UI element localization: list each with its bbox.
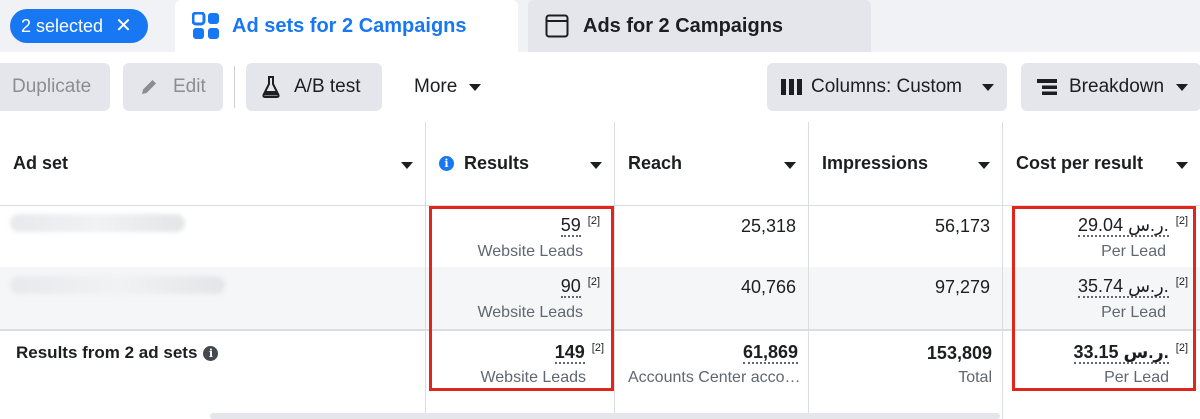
column-header-impressions[interactable]: Impressions: [809, 122, 1003, 206]
ab-test-button[interactable]: A/B test: [246, 63, 382, 111]
summary-label: Results from 2 ad sets: [16, 343, 198, 362]
reach-cell: 25,318: [615, 206, 809, 267]
reach-value: 40,766: [740, 277, 796, 297]
selection-chip-label: 2 selected: [21, 15, 104, 36]
duplicate-label: Duplicate: [12, 76, 92, 97]
redacted-ad-set-name: [10, 214, 185, 232]
info-icon[interactable]: i: [203, 345, 219, 361]
column-header-label: Results: [464, 153, 530, 173]
window-icon: [545, 14, 569, 38]
chevron-down-icon[interactable]: [784, 162, 796, 169]
breakdown-dropdown[interactable]: Breakdown: [1021, 63, 1200, 111]
impressions-value: 97,279: [934, 277, 990, 297]
impressions-subtitle: Total: [958, 369, 992, 386]
column-header-results[interactable]: i Results: [426, 122, 615, 206]
selection-chip[interactable]: 2 selected ✕: [10, 9, 148, 43]
tab-ads[interactable]: Ads for 2 Campaigns: [528, 0, 871, 52]
reach-cell: 61,869 Accounts Center acco…: [615, 331, 809, 419]
impressions-total-value: 153,809: [926, 343, 992, 363]
reach-value: 25,318: [740, 216, 796, 236]
horizontal-scrollbar[interactable]: [210, 413, 1000, 419]
cost-highlight-box: [1012, 206, 1196, 391]
columns-dropdown[interactable]: Columns: Custom: [767, 63, 1007, 111]
chevron-down-icon[interactable]: [401, 162, 413, 169]
columns-icon: [781, 79, 802, 95]
impressions-cell: 56,173: [809, 206, 1003, 267]
results-highlight-box: [429, 206, 614, 391]
column-header-cost-per-result[interactable]: Cost per result: [1003, 122, 1200, 206]
toolbar-divider: [234, 66, 235, 108]
reach-subtitle: Accounts Center acco…: [628, 369, 801, 386]
chevron-down-icon[interactable]: [978, 162, 990, 169]
column-header-label: Ad set: [13, 153, 69, 173]
column-header-label: Cost per result: [1016, 153, 1144, 173]
impressions-value: 56,173: [934, 216, 990, 236]
chevron-down-icon: [1176, 83, 1189, 91]
grid-icon: [192, 12, 219, 39]
info-icon[interactable]: i: [439, 156, 454, 171]
redacted-ad-set-name: [10, 276, 225, 294]
breakdown-label: Breakdown: [1069, 76, 1165, 97]
flask-icon: [262, 76, 280, 98]
reach-cell: 40,766: [615, 267, 809, 329]
duplicate-button[interactable]: Duplicate: [0, 63, 110, 111]
tab-ads-label: Ads for 2 Campaigns: [583, 14, 784, 37]
chevron-down-icon: [982, 83, 994, 91]
impressions-cell: 153,809 Total: [809, 331, 1003, 419]
toolbar: Duplicate Edit A/B test More Columns: Cu…: [0, 52, 1200, 122]
tab-ad-sets[interactable]: Ad sets for 2 Campaigns: [175, 0, 518, 52]
column-header-label: Reach: [628, 153, 683, 173]
ad-set-name-cell[interactable]: [0, 267, 426, 329]
top-tab-bar: 2 selected ✕ Ad sets for 2 Campaigns Ads…: [0, 0, 1200, 52]
breakdown-icon: [1037, 79, 1057, 95]
chevron-down-icon[interactable]: [590, 162, 602, 169]
edit-label: Edit: [173, 76, 206, 97]
more-label: More: [414, 76, 458, 97]
more-dropdown[interactable]: More: [400, 63, 500, 111]
impressions-cell: 97,279: [809, 267, 1003, 329]
edit-button[interactable]: Edit: [123, 63, 223, 111]
chevron-down-icon: [469, 83, 482, 91]
pencil-icon: [142, 80, 156, 94]
column-header-ad-set[interactable]: Ad set: [0, 122, 426, 206]
reach-total-value[interactable]: 61,869: [742, 343, 798, 364]
chevron-down-icon[interactable]: [1176, 162, 1188, 169]
ab-test-label: A/B test: [294, 76, 361, 97]
columns-label: Columns: Custom: [811, 76, 962, 97]
ad-set-name-cell[interactable]: [0, 206, 426, 267]
close-icon[interactable]: ✕: [115, 16, 132, 36]
summary-label-cell: Results from 2 ad sets i: [0, 331, 426, 419]
tab-ad-sets-label: Ad sets for 2 Campaigns: [232, 14, 467, 37]
column-header-reach[interactable]: Reach: [615, 122, 809, 206]
column-header-label: Impressions: [822, 153, 929, 173]
